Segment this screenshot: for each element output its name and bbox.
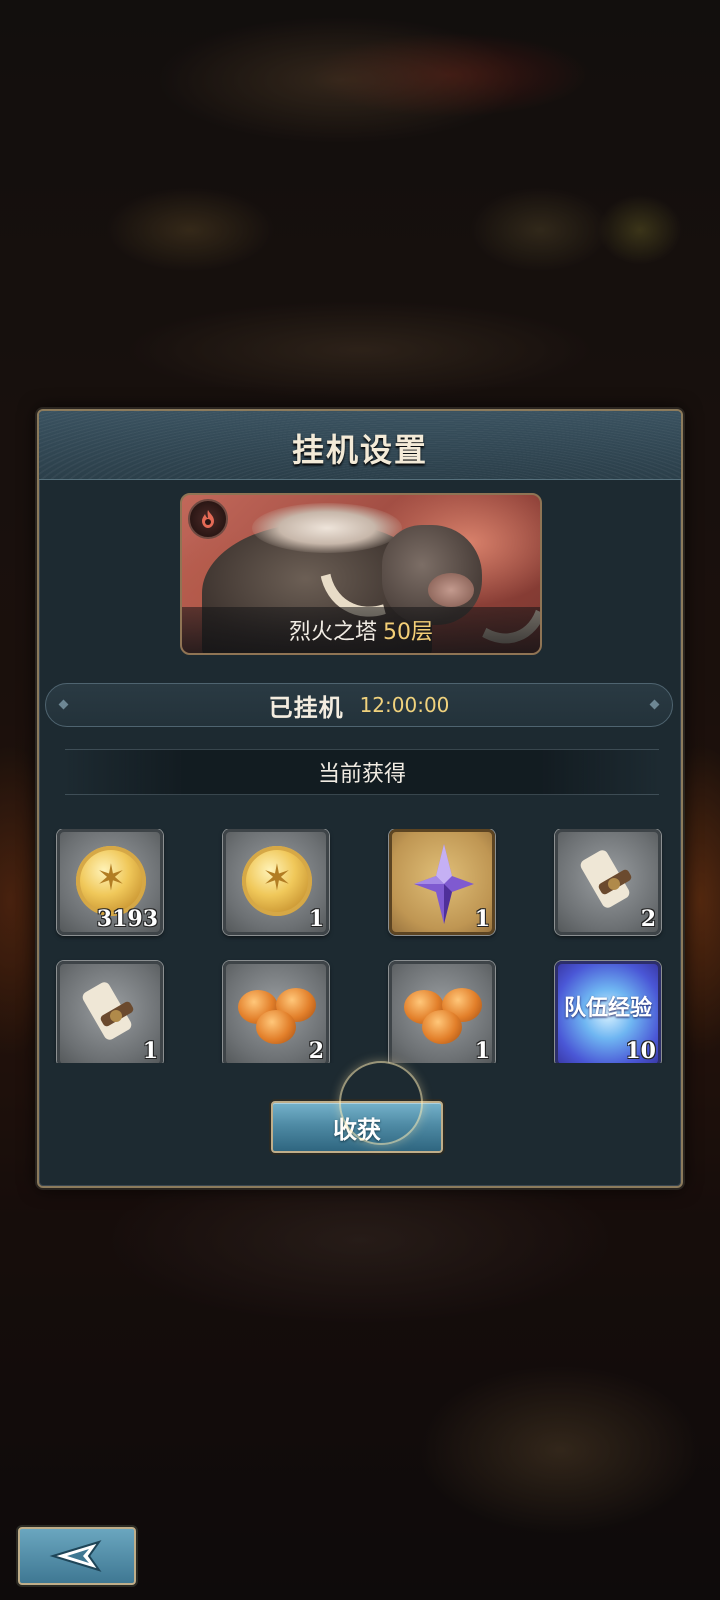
reward-item[interactable]: 1 [57,961,163,1063]
fire-element-icon [188,499,228,539]
acquired-header: 当前获得 [65,749,659,795]
idle-settings-dialog: 挂机设置 烈火之塔 50层 已挂机 12:00:00 当前获得 ✶ 3193 ✶… [37,409,683,1188]
back-button[interactable] [18,1527,136,1585]
stage-name-bar: 烈火之塔 50层 [182,607,540,653]
diamond-ornament-icon [58,699,69,710]
reward-count: 1 [474,906,490,932]
reward-count: 1 [142,1038,158,1063]
collect-button[interactable]: 收获 [271,1101,443,1153]
game-screen: 挂机设置 烈火之塔 50层 已挂机 12:00:00 当前获得 ✶ 3193 ✶… [0,0,720,1600]
scroll-icon [82,982,134,1040]
idle-label: 已挂机 [268,693,344,722]
diamond-ornament-icon [649,699,660,710]
dialog-title: 挂机设置 [291,431,428,469]
reward-count: 2 [640,906,656,932]
reward-item[interactable]: 2 [555,829,661,935]
reward-count: 2 [308,1038,324,1063]
stage-floor: 50层 [383,620,433,645]
reward-item[interactable]: ✶ 3193 [57,829,163,935]
reward-item[interactable]: ✶ 1 [223,829,329,935]
purple-crystal-icon [414,844,474,924]
reward-count: 3193 [96,906,158,932]
reward-item[interactable]: 2 [223,961,329,1063]
reward-grid: ✶ 3193 ✶ 1 1 2 1 2 1 队伍经验 10 [57,829,667,1063]
dialog-header: 挂机设置 [39,411,681,480]
reward-count: 1 [474,1038,490,1063]
gold-coin-icon: ✶ [242,846,312,916]
scroll-icon [580,850,632,908]
back-arrow-icon [49,1540,102,1572]
bread-buns-icon [404,988,484,1052]
stage-banner: 烈火之塔 50层 [180,493,542,655]
reward-count: 10 [625,1038,656,1063]
team-exp-icon: 队伍经验 [563,996,652,1021]
idle-timer: 12:00:00 [359,693,450,717]
idle-status-bar: 已挂机 12:00:00 [45,683,673,727]
reward-list[interactable]: ✶ 3193 ✶ 1 1 2 1 2 1 队伍经验 10 [39,829,681,1063]
acquired-label: 当前获得 [317,762,406,787]
stage-name: 烈火之塔 [288,620,377,645]
reward-count: 1 [308,906,324,932]
reward-item[interactable]: 队伍经验 10 [555,961,661,1063]
bread-buns-icon [238,988,318,1052]
reward-item[interactable]: 1 [389,829,495,935]
reward-item[interactable]: 1 [389,961,495,1063]
